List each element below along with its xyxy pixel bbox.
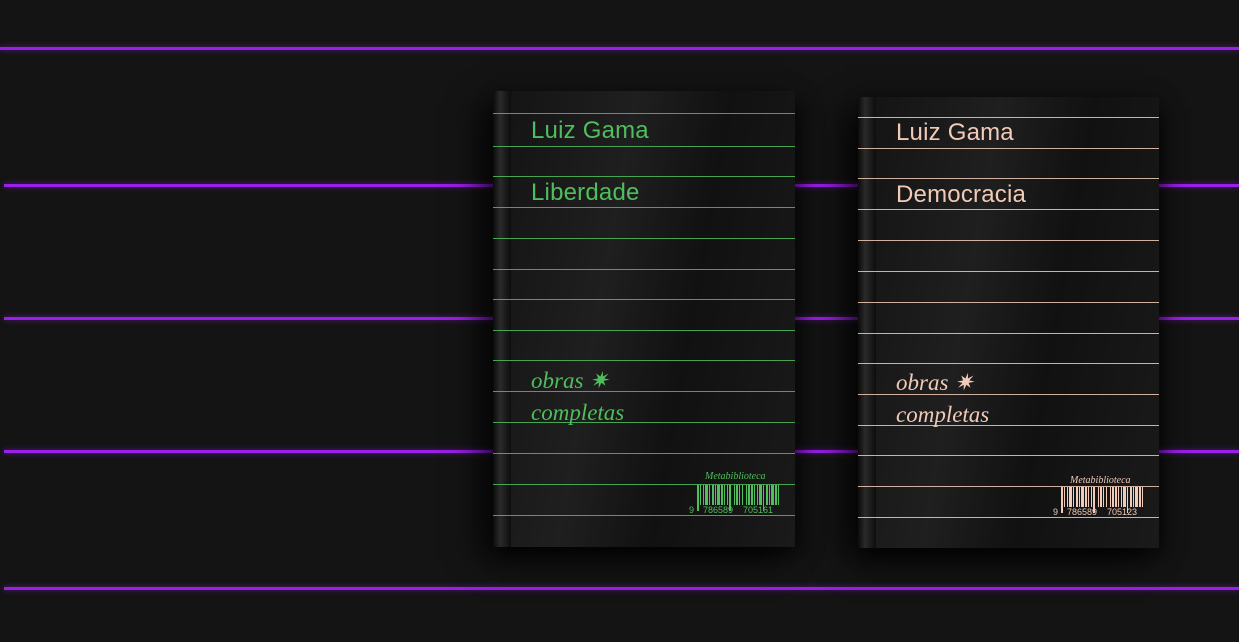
cover-rule	[493, 238, 795, 239]
isbn-group-2: 705123	[1107, 507, 1138, 517]
cover-rule	[858, 302, 1159, 303]
book-title: Liberdade	[531, 179, 640, 206]
cover-rule	[493, 113, 795, 114]
isbn-lead: 9	[689, 505, 695, 515]
publisher-name: Metabiblioteca	[705, 471, 766, 482]
cover-rule	[858, 517, 1159, 518]
purple-stripe	[4, 587, 1239, 590]
cover-rule	[858, 363, 1159, 364]
star-icon: ✷	[954, 370, 974, 395]
cover-rule	[858, 271, 1159, 272]
cover-rule	[493, 330, 795, 331]
cover-rule	[858, 333, 1159, 334]
cover-rule	[493, 269, 795, 270]
book-title: Democracia	[896, 181, 1027, 208]
cover-rule	[858, 455, 1159, 456]
publisher-name: Metabiblioteca	[1070, 475, 1131, 486]
series-word-obras: obras	[531, 368, 584, 393]
cover-rule	[858, 240, 1159, 241]
isbn-group-2: 705161	[743, 505, 774, 515]
isbn-group-1: 786589	[1067, 507, 1098, 517]
book-mockup-scene: Luiz Gama Liberdade obras ✷ completas Me…	[0, 0, 1239, 642]
cover-rule	[493, 453, 795, 454]
book-cover-liberdade: Luiz Gama Liberdade obras ✷ completas Me…	[493, 91, 795, 547]
purple-stripe	[0, 47, 1239, 50]
cover-rule	[493, 515, 795, 516]
book-spine	[493, 91, 511, 547]
series-word-obras: obras	[896, 370, 949, 395]
isbn-lead: 9	[1053, 507, 1059, 517]
isbn-group-1: 786589	[703, 505, 734, 515]
cover-rule	[858, 178, 1159, 179]
series-word-completas: completas	[896, 402, 990, 427]
book-author: Luiz Gama	[531, 117, 649, 144]
cover-rule	[493, 207, 795, 208]
cover-rule	[858, 117, 1159, 118]
book-author: Luiz Gama	[896, 119, 1014, 146]
series-label: obras ✷ completas	[531, 365, 624, 429]
book-cover-democracia: Luiz Gama Democracia obras ✷ completas M…	[858, 97, 1159, 548]
cover-rule	[493, 360, 795, 361]
book-spine	[858, 97, 876, 548]
cover-rule	[493, 176, 795, 177]
star-icon: ✷	[589, 368, 609, 393]
cover-rule	[858, 148, 1159, 149]
series-label: obras ✷ completas	[896, 367, 989, 431]
cover-rule	[858, 209, 1159, 210]
cover-rule	[493, 299, 795, 300]
cover-rule	[493, 146, 795, 147]
series-word-completas: completas	[531, 400, 625, 425]
